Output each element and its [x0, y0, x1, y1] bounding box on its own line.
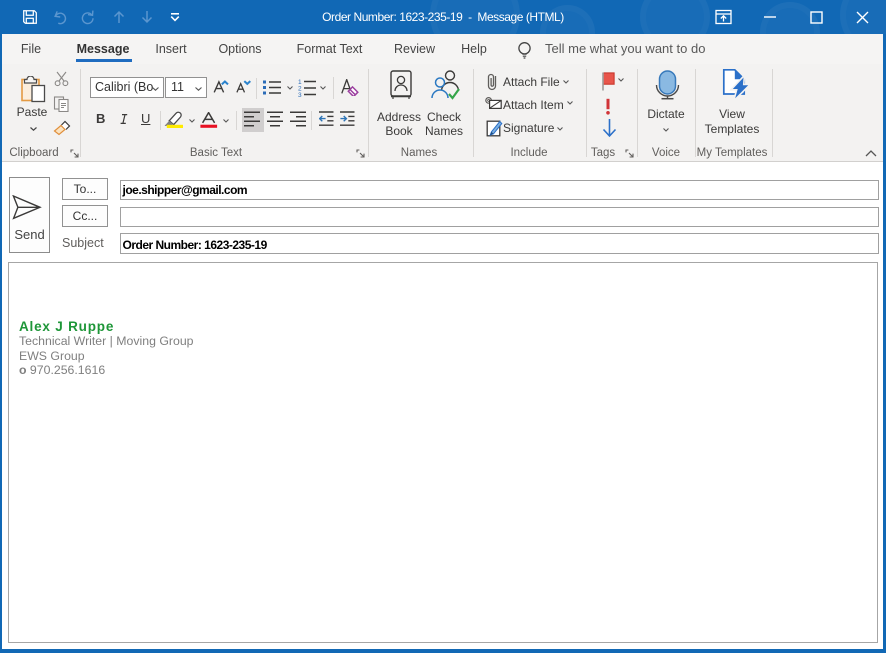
svg-text:3: 3 [298, 92, 302, 97]
